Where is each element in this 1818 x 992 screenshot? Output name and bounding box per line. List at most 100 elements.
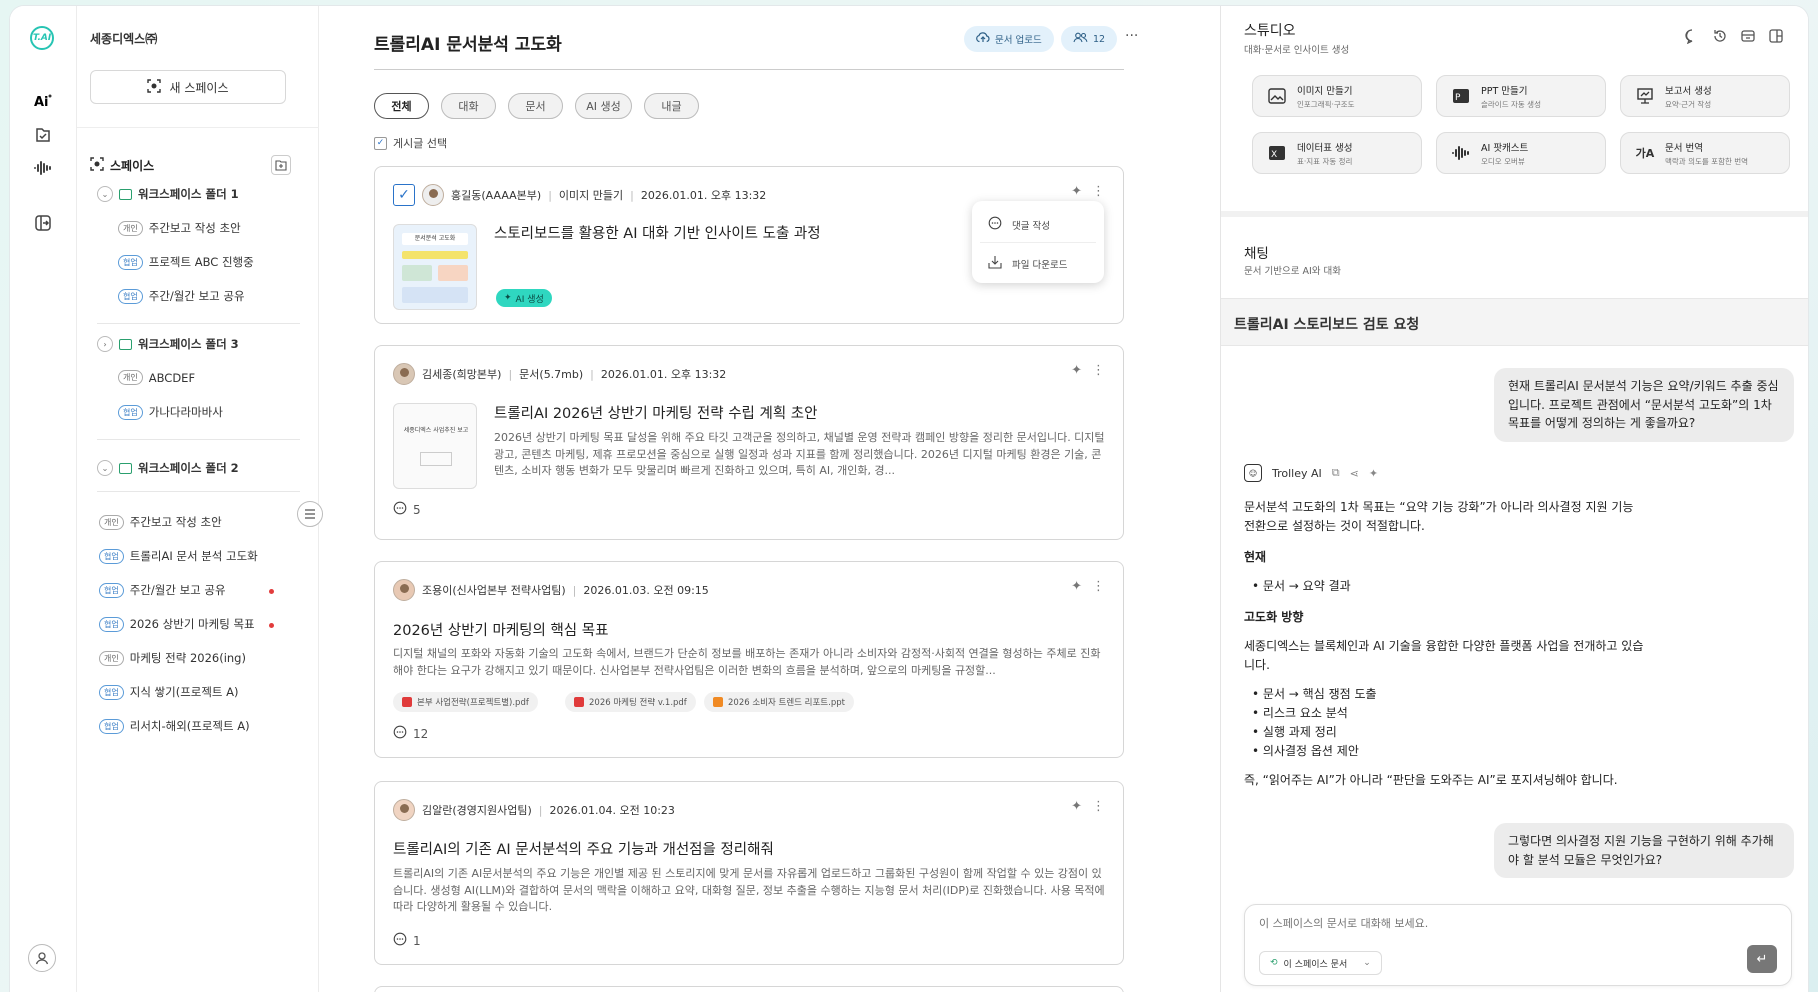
comment-count[interactable]: 12 [393,725,428,742]
sidebar-item[interactable]: 협업 트롤리AI 문서 분석 고도화 [99,548,258,564]
kebab-menu-icon[interactable]: ⋮ [1092,363,1105,378]
app-logo[interactable]: T.AI [30,26,54,50]
post-title[interactable]: 2026년 상반기 마케팅의 핵심 목표 [393,619,608,640]
ppt-icon: P [1451,86,1471,106]
tool-report[interactable]: 보고서 생성 요약·근거 작성 [1620,75,1790,117]
bot-name: Trolley AI [1272,466,1322,480]
filter-chip-mine[interactable]: 내글 [644,93,699,119]
sidebar-item[interactable]: 협업 주간/월간 보고 공유 [99,582,226,598]
chevron-right-icon[interactable]: › [97,336,113,352]
sparkle-icon[interactable]: ✦ [1071,363,1082,378]
login-icon[interactable] [32,212,54,234]
select-checkbox[interactable]: ✓ [374,136,387,150]
divider [97,439,300,440]
scope-select[interactable]: ⟲ 이 스페이스 문서 ⌄ [1259,951,1382,975]
tool-podcast[interactable]: AI 팟캐스트 오디오 오버뷰 [1436,132,1606,174]
panel-layout-icon[interactable] [1768,28,1784,47]
members-button[interactable]: 12 [1061,26,1118,52]
sidebar-item[interactable]: 개인 ABCDEF [118,370,195,385]
post-card[interactable] [374,986,1124,992]
filter-chip-chat[interactable]: 대화 [441,93,496,119]
sidebar-item[interactable]: 협업 프로젝트 ABC 진행중 [118,254,254,270]
answer-heading: 고도화 방향 [1244,610,1304,624]
divider [97,323,300,324]
tool-label: 보고서 생성 [1665,85,1712,97]
tool-translate[interactable]: 가A 문서 번역 맥락과 의도를 포함한 번역 [1620,132,1790,174]
tool-label: PPT 만들기 [1481,85,1528,97]
sparkle-icon[interactable]: ✦ [1071,184,1082,199]
history-icon[interactable] [1712,28,1728,47]
user-icon[interactable] [28,944,56,972]
attachment-chip[interactable]: 2026 소비자 트렌드 리포트.ppt [704,692,854,712]
chat-bubble-icon[interactable] [1684,28,1700,47]
post-thumbnail[interactable]: 문서분석 고도화 [393,224,477,310]
post-card[interactable]: 조용이(신사업본부 전략사업팀) | 2026.01.03. 오전 09:15 … [374,561,1124,758]
more-icon[interactable]: ··· [1125,28,1138,44]
separator: | [630,188,634,202]
divider [77,127,319,128]
add-folder-button[interactable] [271,155,291,175]
comment-count[interactable]: 1 [393,932,421,949]
sidebar-item[interactable]: 협업 리서치-해외(프로젝트 A) [99,718,250,734]
kebab-menu-icon[interactable]: ⋮ [1092,799,1105,814]
post-title[interactable]: 스토리보드를 활용한 AI 대화 기반 인사이트 도출 과정 [494,222,821,243]
filter-chip-ai[interactable]: AI 생성 [575,93,632,119]
folder-3[interactable]: › 워크스페이스 폴더 3 [97,336,239,352]
sidebar-item[interactable]: 개인 주간보고 작성 초안 [99,514,222,530]
ai-icon[interactable]: Ai [32,90,54,112]
filter-chip-document[interactable]: 문서 [508,93,563,119]
audio-wave-icon[interactable] [32,157,54,179]
sparkle-icon[interactable]: ✦ [1071,799,1082,814]
sidebar-item[interactable]: 개인 주간보고 작성 초안 [118,220,241,236]
answer-list: 문서 → 요약 결과 [1252,577,1644,596]
avatar [422,184,444,206]
post-title[interactable]: 트롤리AI 2026년 상반기 마케팅 전략 수립 계획 초안 [494,402,817,423]
sidebar-item-label: 가나다라마바사 [148,405,223,419]
copy-icon[interactable]: ⧉ [1332,466,1340,480]
tool-image[interactable]: 이미지 만들기 인포그래픽·구조도 [1252,75,1422,117]
tool-label: 문서 번역 [1665,142,1703,154]
new-space-button[interactable]: 새 스페이스 [90,70,286,104]
check-doc-icon[interactable] [32,124,54,146]
tag-team: 협업 [118,404,143,420]
sidebar-item[interactable]: 개인 마케팅 전략 2026(ing) [99,650,246,666]
cloud-upload-icon [976,32,990,46]
avatar [393,579,415,601]
folder-2[interactable]: ⌄ 워크스페이스 폴더 2 [97,460,239,476]
sidebar-item[interactable]: 협업 2026 상반기 마케팅 목표 [99,616,255,632]
post-thumbnail[interactable]: 세종디엑스 사업추진 보고 [393,403,477,489]
sidebar-item[interactable]: 협업 주간/월간 보고 공유 [118,288,245,304]
kebab-menu-icon[interactable]: ⋮ [1092,579,1105,594]
sidebar-item[interactable]: 협업 가나다라마바사 [118,404,223,420]
sidebar-toggle-button[interactable] [297,501,323,527]
tool-datatable[interactable]: X 데이터표 생성 표·지표 자동 정리 [1252,132,1422,174]
post-card[interactable]: 김알란(경영지원사업팀) | 2026.01.04. 오전 10:23 ✦ ⋮ … [374,781,1124,965]
sidebar-item[interactable]: 협업 지식 쌓기(프로젝트 A) [99,684,239,700]
comment-count[interactable]: 5 [393,501,421,518]
sidebar-item-label: 주간/월간 보고 공유 [148,289,245,303]
menu-item-comment[interactable]: 댓글 작성 [988,216,1050,233]
sparkle-icon[interactable]: ✦ [1071,579,1082,594]
divider [980,242,1096,243]
filter-chip-all[interactable]: 전체 [374,93,429,119]
post-title[interactable]: 트롤리AI의 기존 AI 문서분석의 주요 기능과 개선점을 정리해줘 [393,838,774,859]
chat-input-box: ⟲ 이 스페이스 문서 ⌄ ↵ [1244,904,1792,986]
upload-button[interactable]: 문서 업로드 [964,26,1054,52]
share-icon[interactable]: ⋖ [1350,467,1359,480]
chevron-down-icon[interactable]: ⌄ [97,186,113,202]
post-card[interactable]: 김세종(희망본부) | 문서(5.7mb) | 2026.01.01. 오후 1… [374,345,1124,540]
sparkle-icon[interactable]: ✦ [1369,467,1378,480]
send-button[interactable]: ↵ [1747,945,1777,973]
attachment-chip[interactable]: 2026 마케팅 전략 v.1.pdf [565,692,696,712]
chat-input[interactable] [1259,917,1759,930]
attachment-chip[interactable]: 본부 사업전략(프로젝트별).pdf [393,692,538,712]
menu-item-download[interactable]: 파일 다운로드 [988,255,1067,272]
kebab-menu-icon[interactable]: ⋮ [1092,184,1105,199]
archive-icon[interactable] [1740,28,1756,47]
folder-1[interactable]: ⌄ 워크스페이스 폴더 1 [97,186,239,202]
tool-ppt[interactable]: P PPT 만들기 슬라이드 자동 생성 [1436,75,1606,117]
chevron-down-icon[interactable]: ⌄ [97,460,113,476]
scope-label: 이 스페이스 문서 [1283,959,1348,970]
post-checkbox[interactable]: ✓ [393,184,415,206]
select-posts[interactable]: ✓ 게시글 선택 [374,135,447,151]
